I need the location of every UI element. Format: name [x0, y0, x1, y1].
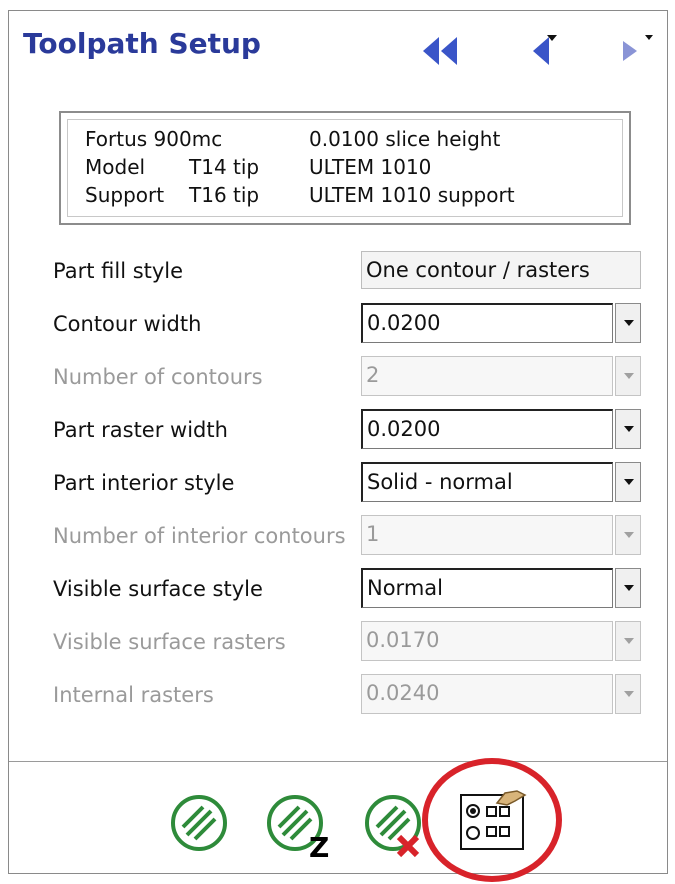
toolpath-setup-panel: Toolpath Setup Fortus 900mc 0.0100 slice… [8, 10, 668, 874]
chevron-down-icon[interactable] [615, 462, 641, 502]
rewind-double-left-icon[interactable] [421, 35, 461, 67]
toolpath-z-icon[interactable]: Z [265, 793, 335, 859]
model-tip: T14 tip [189, 155, 260, 179]
chevron-down-icon [615, 621, 641, 661]
step-forward-icon[interactable] [617, 35, 657, 67]
visible-surface-rasters-combo: 0.0170 [361, 621, 641, 661]
visible-surface-rasters-label: Visible surface rasters [53, 630, 286, 654]
chevron-down-icon [615, 356, 641, 396]
internal-rasters-label: Internal rasters [53, 683, 214, 707]
part-raster-width-label: Part raster width [53, 418, 228, 442]
visible-surface-style-combo[interactable]: Normal [361, 568, 641, 608]
contour-width-label: Contour width [53, 312, 202, 336]
model-material: ULTEM 1010 [309, 155, 432, 179]
printer-info-box: Fortus 900mc 0.0100 slice height Model T… [59, 111, 631, 225]
number-of-contours-label: Number of contours [53, 365, 263, 389]
highlight-circle [422, 758, 562, 882]
part-interior-style-value[interactable]: Solid - normal [361, 462, 613, 502]
number-of-contours-combo: 2 [361, 356, 641, 396]
support-tip: T16 tip [189, 183, 260, 207]
number-of-interior-contours-combo: 1 [361, 515, 641, 555]
number-of-contours-value: 2 [361, 356, 613, 396]
slice-height: 0.0100 slice height [309, 127, 501, 151]
chevron-down-icon[interactable] [615, 303, 641, 343]
support-material: ULTEM 1010 support [309, 183, 515, 207]
z-badge: Z [309, 831, 329, 859]
chevron-down-icon[interactable] [615, 568, 641, 608]
part-fill-style-field: One contour / rasters [361, 251, 641, 289]
number-of-interior-contours-value: 1 [361, 515, 613, 555]
visible-surface-style-label: Visible surface style [53, 577, 263, 601]
part-interior-style-label: Part interior style [53, 471, 235, 495]
part-interior-style-combo[interactable]: Solid - normal [361, 462, 641, 502]
internal-rasters-combo: 0.0240 [361, 674, 641, 714]
toolpath-icon[interactable] [169, 793, 229, 853]
part-fill-style-label: Part fill style [53, 259, 184, 283]
part-raster-width-value[interactable]: 0.0200 [361, 409, 613, 449]
step-back-icon[interactable] [529, 35, 559, 67]
model-label: Model [85, 155, 146, 179]
chevron-down-icon[interactable] [615, 409, 641, 449]
part-raster-width-combo[interactable]: 0.0200 [361, 409, 641, 449]
printer-name: Fortus 900mc [85, 127, 223, 151]
part-fill-style-value: One contour / rasters [361, 251, 641, 289]
number-of-interior-contours-label: Number of interior contours [53, 524, 346, 548]
chevron-down-icon [615, 674, 641, 714]
contour-width-value[interactable]: 0.0200 [361, 303, 613, 343]
contour-width-combo[interactable]: 0.0200 [361, 303, 641, 343]
visible-surface-rasters-value: 0.0170 [361, 621, 613, 661]
panel-title: Toolpath Setup [23, 27, 261, 60]
internal-rasters-value: 0.0240 [361, 674, 613, 714]
toolbar-separator [9, 761, 667, 762]
chevron-down-icon [615, 515, 641, 555]
support-label: Support [85, 183, 165, 207]
visible-surface-style-value[interactable]: Normal [361, 568, 613, 608]
